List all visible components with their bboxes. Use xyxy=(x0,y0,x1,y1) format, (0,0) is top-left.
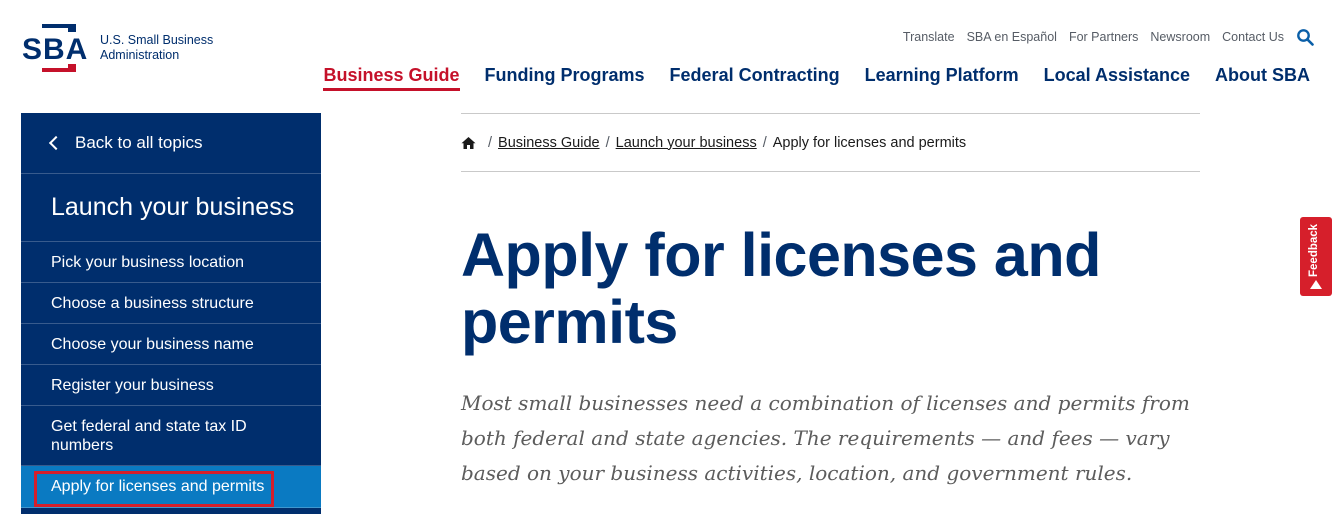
main-nav-about-sba[interactable]: About SBA xyxy=(1215,65,1310,91)
utility-link-newsroom[interactable]: Newsroom xyxy=(1150,30,1210,44)
feedback-tab[interactable]: Feedback xyxy=(1300,217,1332,296)
sidebar-item-licenses-permits[interactable]: Apply for licenses and permits xyxy=(21,466,321,508)
main-nav-local-assistance[interactable]: Local Assistance xyxy=(1044,65,1190,91)
sidebar-item-business-structure[interactable]: Choose a business structure xyxy=(21,283,321,324)
main-nav-funding-programs[interactable]: Funding Programs xyxy=(485,65,645,91)
sidebar-item-label: Apply for licenses and permits xyxy=(51,478,265,495)
utility-link-partners[interactable]: For Partners xyxy=(1069,30,1138,44)
breadcrumb-separator: / xyxy=(762,134,767,151)
sidebar-item-register-business[interactable]: Register your business xyxy=(21,365,321,406)
chevron-left-icon xyxy=(48,135,64,150)
arrow-up-icon xyxy=(1310,280,1322,289)
utility-link-translate[interactable]: Translate xyxy=(903,30,955,44)
main-nav: Business Guide Funding Programs Federal … xyxy=(323,65,1310,91)
utility-link-espanol[interactable]: SBA en Español xyxy=(967,30,1057,44)
breadcrumb: / Business Guide / Launch your business … xyxy=(461,113,1200,172)
breadcrumb-link-business-guide[interactable]: Business Guide xyxy=(498,135,600,151)
utility-nav: Translate SBA en Español For Partners Ne… xyxy=(903,28,1314,46)
breadcrumb-link-launch-business[interactable]: Launch your business xyxy=(616,135,757,151)
sidebar-heading: Launch your business xyxy=(21,174,321,242)
main-nav-business-guide[interactable]: Business Guide xyxy=(323,65,460,91)
utility-link-contact[interactable]: Contact Us xyxy=(1222,30,1284,44)
breadcrumb-current: Apply for licenses and permits xyxy=(772,134,967,151)
search-icon[interactable] xyxy=(1296,28,1314,46)
page-title: Apply for licenses and permits xyxy=(461,221,1101,356)
page: SBA U.S. Small Business Administration T… xyxy=(0,0,1336,514)
sidebar-item-tax-id[interactable]: Get federal and state tax ID numbers xyxy=(21,406,321,466)
sba-logo-mark: SBA xyxy=(22,24,88,72)
back-label: Back to all topics xyxy=(75,133,203,152)
logo-line-1: U.S. Small Business xyxy=(100,33,214,47)
sidebar-item-pick-location[interactable]: Pick your business location xyxy=(21,242,321,283)
back-to-all-topics-link[interactable]: Back to all topics xyxy=(21,113,321,174)
intro-text: Most small businesses need a combination… xyxy=(461,391,1190,485)
breadcrumb-separator: / xyxy=(605,134,610,151)
main-nav-learning-platform[interactable]: Learning Platform xyxy=(865,65,1019,91)
logo-text: U.S. Small Business Administration xyxy=(100,33,213,63)
feedback-label: Feedback xyxy=(1308,223,1320,277)
svg-text:SBA: SBA xyxy=(22,33,88,66)
sba-logo[interactable]: SBA U.S. Small Business Administration xyxy=(20,20,213,76)
logo-line-2: Administration xyxy=(100,48,180,62)
breadcrumb-separator: / xyxy=(488,134,493,151)
main-nav-federal-contracting[interactable]: Federal Contracting xyxy=(670,65,840,91)
home-icon[interactable] xyxy=(461,136,476,150)
sidebar-item-business-name[interactable]: Choose your business name xyxy=(21,324,321,365)
sidebar: Back to all topics Launch your business … xyxy=(21,113,321,514)
